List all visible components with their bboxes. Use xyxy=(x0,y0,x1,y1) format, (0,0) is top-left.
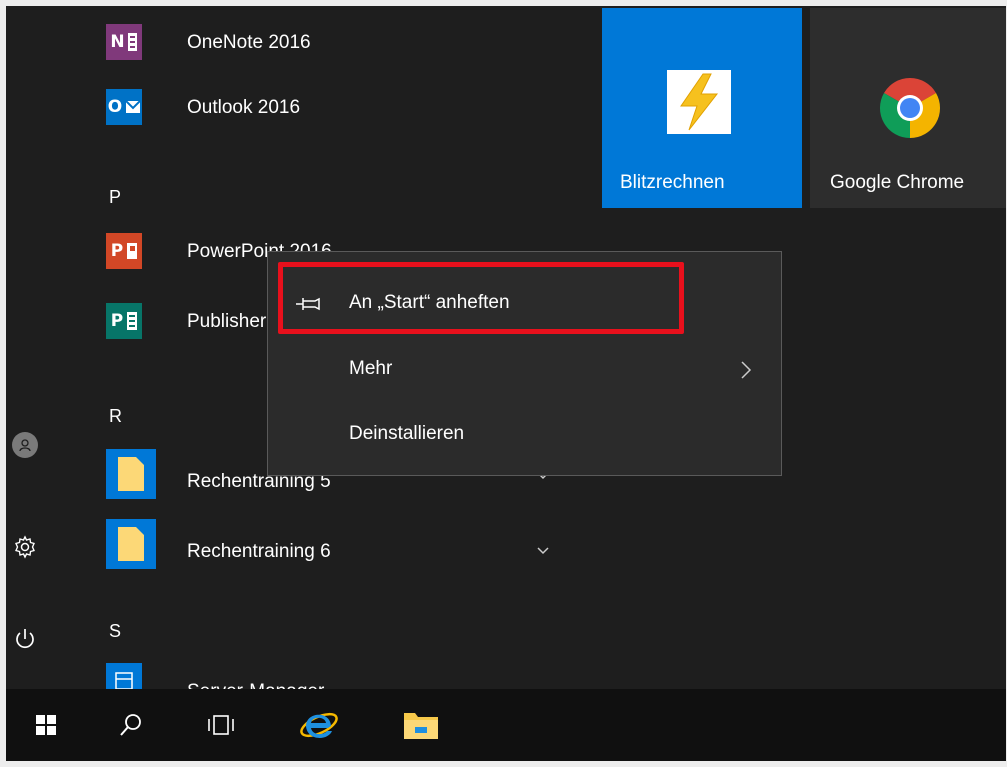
user-icon xyxy=(12,432,38,458)
chrome-icon xyxy=(879,77,941,138)
task-view-icon xyxy=(208,715,234,735)
tile-label: Blitzrechnen xyxy=(620,172,725,193)
windows-icon xyxy=(36,715,56,735)
tile-label: Google Chrome xyxy=(830,172,965,193)
start-menu: N OneNote 2016 O Outlook 2016 P P PowerP… xyxy=(6,6,1006,761)
start-button[interactable] xyxy=(6,689,86,761)
section-header-s[interactable]: S xyxy=(109,621,121,642)
app-onenote[interactable]: N OneNote 2016 xyxy=(106,24,566,72)
folder-icon xyxy=(106,519,156,569)
onenote-icon: N xyxy=(106,24,142,60)
publisher-icon: P xyxy=(106,303,142,339)
taskbar xyxy=(6,689,1006,761)
app-rechentraining-6[interactable]: Rechentraining 6 xyxy=(106,519,566,569)
power-icon xyxy=(16,629,34,649)
tile-blitzrechnen[interactable]: Blitzrechnen xyxy=(602,8,802,208)
task-view-button[interactable] xyxy=(176,689,266,761)
chevron-right-icon xyxy=(741,361,752,379)
internet-explorer-icon xyxy=(300,712,338,738)
user-account-button[interactable] xyxy=(6,421,44,469)
section-header-p[interactable]: P xyxy=(109,187,121,208)
folder-icon xyxy=(106,449,156,499)
powerpoint-icon: P xyxy=(106,233,142,269)
app-label: Outlook 2016 xyxy=(187,97,301,118)
folder-icon xyxy=(404,713,438,739)
settings-button[interactable] xyxy=(6,523,44,571)
highlight-box xyxy=(278,262,684,334)
menu-item-label: Mehr xyxy=(349,358,393,379)
menu-item-label: Deinstallieren xyxy=(349,423,465,444)
search-button[interactable] xyxy=(86,689,176,761)
file-explorer-button[interactable] xyxy=(376,689,466,761)
start-rail xyxy=(6,6,44,689)
power-button[interactable] xyxy=(6,615,44,663)
chevron-down-icon[interactable] xyxy=(536,546,550,556)
menu-item-uninstall[interactable]: Deinstallieren xyxy=(268,405,781,465)
search-icon xyxy=(120,714,141,736)
app-label: Rechentraining 6 xyxy=(187,541,331,562)
app-outlook[interactable]: O Outlook 2016 xyxy=(106,89,566,137)
internet-explorer-button[interactable] xyxy=(274,689,364,761)
section-header-r[interactable]: R xyxy=(109,406,122,427)
lightning-icon xyxy=(667,70,731,134)
app-label: OneNote 2016 xyxy=(187,32,311,53)
gear-icon xyxy=(15,535,35,559)
tile-google-chrome[interactable]: Google Chrome xyxy=(810,8,1006,208)
outlook-icon: O xyxy=(106,89,142,125)
menu-item-more[interactable]: Mehr xyxy=(268,340,781,400)
